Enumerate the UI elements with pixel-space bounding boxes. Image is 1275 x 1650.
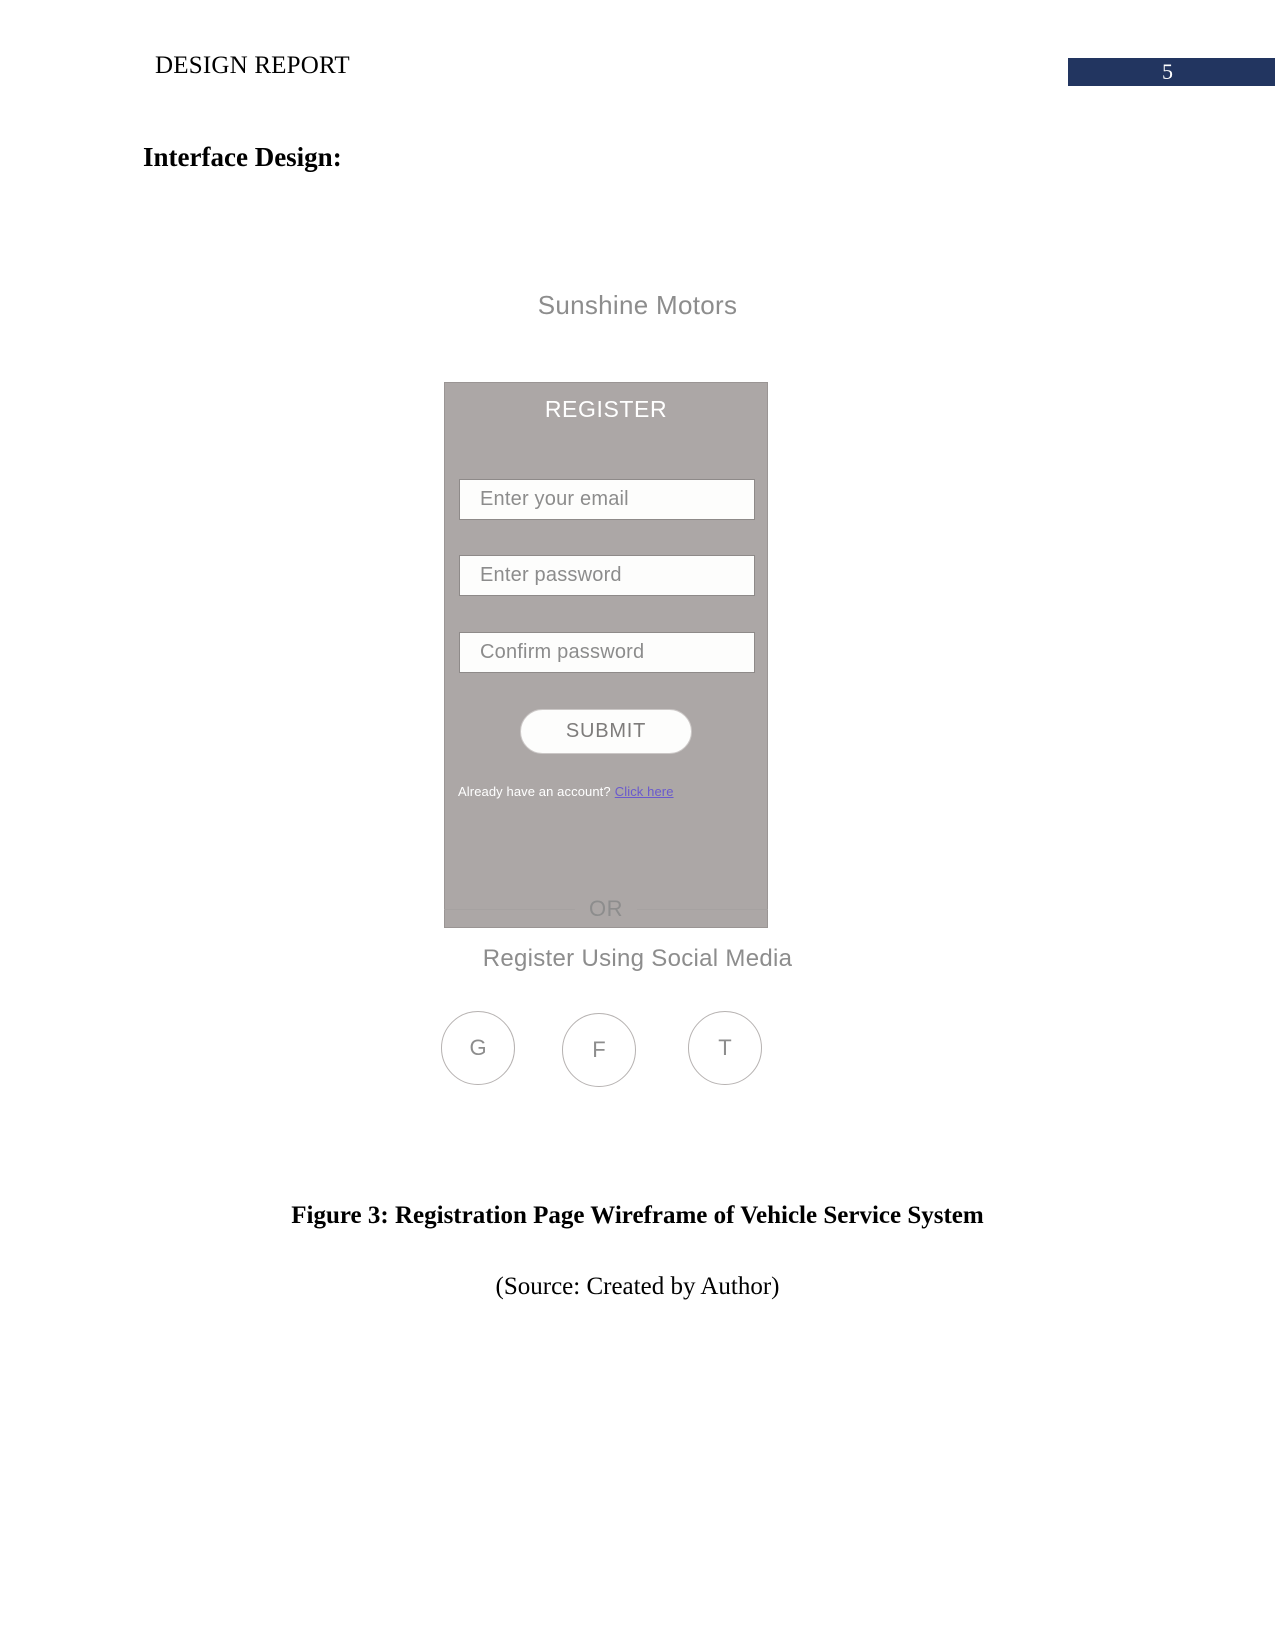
or-divider-line-right <box>637 908 768 910</box>
existing-account-label: Already have an account? <box>458 784 611 799</box>
wireframe-figure: Sunshine Motors REGISTER Enter your emai… <box>0 290 1275 1087</box>
wireframe-brand-title: Sunshine Motors <box>537 290 738 320</box>
register-card-title: REGISTER <box>544 396 668 422</box>
register-card: REGISTER Enter your email Enter password… <box>444 382 768 928</box>
section-heading: Interface Design: <box>143 142 342 172</box>
page-number-badge: 5 <box>1068 58 1275 86</box>
or-divider-label: OR <box>589 896 623 921</box>
email-field[interactable]: Enter your email <box>459 479 755 520</box>
social-buttons-row: G F T <box>441 1008 768 1088</box>
twitter-icon[interactable]: T <box>688 1011 762 1085</box>
confirm-password-field[interactable]: Confirm password <box>459 632 755 673</box>
or-divider: OR <box>444 894 768 924</box>
social-register-label: Register Using Social Media <box>482 945 793 972</box>
submit-button[interactable]: SUBMIT <box>520 709 692 754</box>
existing-account-row: Already have an account? Click here <box>458 784 674 799</box>
document-header: DESIGN REPORT 5 <box>0 52 1275 92</box>
password-field[interactable]: Enter password <box>459 555 755 596</box>
login-link[interactable]: Click here <box>615 784 674 799</box>
google-icon[interactable]: G <box>441 1011 515 1085</box>
figure-caption: Figure 3: Registration Page Wireframe of… <box>291 1202 984 1229</box>
document-title: DESIGN REPORT <box>155 52 350 79</box>
figure-source: (Source: Created by Author) <box>495 1273 780 1300</box>
facebook-icon[interactable]: F <box>562 1013 636 1087</box>
or-divider-line-left <box>444 908 575 910</box>
